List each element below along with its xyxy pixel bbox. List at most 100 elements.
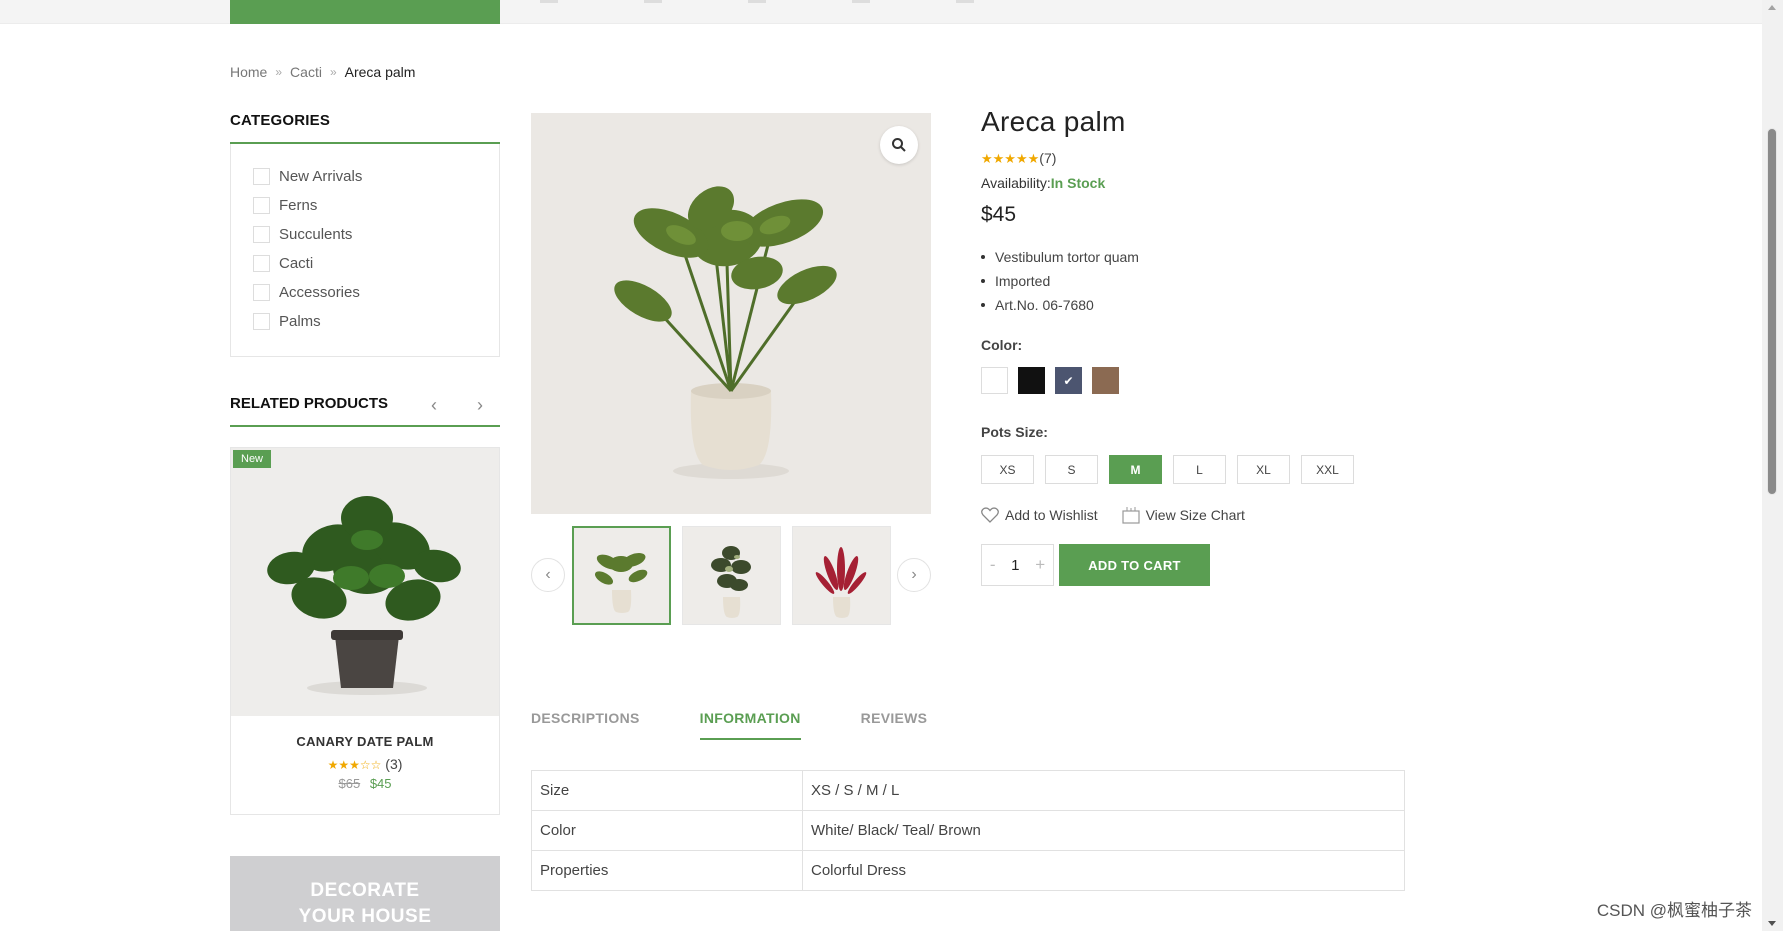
table-key: Size bbox=[531, 770, 803, 811]
scroll-up-icon[interactable] bbox=[1768, 5, 1776, 10]
related-product-card[interactable]: New CANARY DATE PALM ★★★☆☆ (3) $65 $45 bbox=[230, 447, 500, 815]
table-value: XS / S / M / L bbox=[802, 770, 1405, 811]
add-to-cart-row: - 1 + ADD TO CART bbox=[981, 544, 1401, 586]
checkmark-icon: ✔ bbox=[1063, 373, 1074, 388]
quantity-decrease-button[interactable]: - bbox=[990, 555, 996, 575]
review-count: (3) bbox=[385, 756, 403, 772]
category-checkbox[interactable] bbox=[253, 226, 270, 243]
breadcrumb-current: Areca palm bbox=[344, 64, 416, 80]
view-size-chart-link[interactable]: View Size Chart bbox=[1121, 506, 1245, 524]
nav-link[interactable] bbox=[852, 0, 870, 3]
table-row: Size XS / S / M / L bbox=[531, 770, 1405, 811]
breadcrumb-separator-icon: » bbox=[329, 65, 337, 79]
chevron-left-icon[interactable]: ‹ bbox=[431, 395, 437, 416]
nav-link[interactable] bbox=[644, 0, 662, 3]
category-item-palms[interactable]: Palms bbox=[253, 307, 499, 336]
category-item-ferns[interactable]: Ferns bbox=[253, 191, 499, 220]
top-nav-bar bbox=[0, 0, 1762, 24]
related-product-rating: ★★★☆☆ (3) bbox=[231, 756, 499, 772]
nav-link[interactable] bbox=[748, 0, 766, 3]
banner-line-1: DECORATE bbox=[310, 880, 420, 901]
color-swatches: ✔ bbox=[981, 367, 1401, 394]
chevron-left-icon[interactable]: ‹ bbox=[531, 558, 565, 592]
product-title: Areca palm bbox=[981, 106, 1126, 137]
category-label: Succulents bbox=[279, 226, 353, 243]
color-swatch-white[interactable] bbox=[981, 367, 1008, 394]
table-row: Properties Colorful Dress bbox=[531, 850, 1405, 891]
table-row: Color White/ Black/ Teal/ Brown bbox=[531, 810, 1405, 851]
color-swatch-slate[interactable]: ✔ bbox=[1055, 367, 1082, 394]
tab-information[interactable]: INFORMATION bbox=[699, 710, 801, 740]
star-rating-icon: ★★★☆☆ bbox=[327, 758, 382, 772]
related-product-image[interactable] bbox=[231, 448, 499, 716]
size-option-xl[interactable]: XL bbox=[1237, 455, 1290, 484]
category-checkbox[interactable] bbox=[253, 168, 270, 185]
category-item-new-arrivals[interactable]: New Arrivals bbox=[253, 162, 499, 191]
heart-icon bbox=[981, 507, 999, 523]
main-product-image[interactable] bbox=[531, 113, 931, 514]
product-features: Vestibulum tortor quam Imported Art.No. … bbox=[981, 245, 1401, 317]
related-products-header: RELATED PRODUCTS ‹ › bbox=[230, 395, 500, 427]
tab-descriptions[interactable]: DESCRIPTIONS bbox=[531, 710, 640, 740]
categories-list: New Arrivals Ferns Succulents Cacti Acce… bbox=[230, 144, 500, 357]
nav-link[interactable] bbox=[956, 0, 974, 3]
product-links: Add to Wishlist View Size Chart bbox=[981, 506, 1401, 524]
size-options: XS S M L XL XXL bbox=[981, 455, 1401, 484]
breadcrumb-parent[interactable]: Cacti bbox=[290, 64, 322, 80]
related-product-name[interactable]: CANARY DATE PALM bbox=[231, 734, 499, 749]
category-label: Cacti bbox=[279, 255, 314, 272]
category-label: Accessories bbox=[279, 284, 360, 301]
banner-line-2: YOUR HOUSE bbox=[298, 906, 432, 927]
breadcrumb-home[interactable]: Home bbox=[230, 64, 267, 80]
old-price: $65 bbox=[338, 776, 361, 791]
color-label: Color: bbox=[981, 337, 1023, 353]
color-swatch-black[interactable] bbox=[1018, 367, 1045, 394]
color-swatch-brown[interactable] bbox=[1092, 367, 1119, 394]
wishlist-label: Add to Wishlist bbox=[1005, 507, 1098, 523]
category-checkbox[interactable] bbox=[253, 255, 270, 272]
category-checkbox[interactable] bbox=[253, 284, 270, 301]
scrollbar-thumb[interactable] bbox=[1767, 128, 1777, 495]
chevron-right-icon[interactable]: › bbox=[897, 558, 931, 592]
related-products-title: RELATED PRODUCTS bbox=[230, 395, 389, 412]
size-option-s[interactable]: S bbox=[1045, 455, 1098, 484]
category-checkbox[interactable] bbox=[253, 313, 270, 330]
add-to-wishlist-link[interactable]: Add to Wishlist bbox=[981, 507, 1098, 523]
chevron-right-icon[interactable]: › bbox=[477, 395, 483, 416]
category-item-cacti[interactable]: Cacti bbox=[253, 249, 499, 278]
nav-link[interactable] bbox=[540, 0, 558, 3]
add-to-cart-button[interactable]: ADD TO CART bbox=[1059, 544, 1210, 586]
search-icon bbox=[892, 138, 906, 152]
size-option-xs[interactable]: XS bbox=[981, 455, 1034, 484]
related-product-prices: $65 $45 bbox=[231, 776, 499, 791]
category-label: Ferns bbox=[279, 197, 318, 214]
table-value: White/ Black/ Teal/ Brown bbox=[802, 810, 1405, 851]
size-option-xxl[interactable]: XXL bbox=[1301, 455, 1354, 484]
decorate-banner[interactable]: DECORATE YOUR HOUSE bbox=[230, 856, 500, 931]
breadcrumb-separator-icon: » bbox=[275, 65, 283, 79]
availability: Availability:In Stock bbox=[981, 175, 1401, 191]
thumbnail-3[interactable] bbox=[792, 526, 891, 625]
size-option-l[interactable]: L bbox=[1173, 455, 1226, 484]
category-checkbox[interactable] bbox=[253, 197, 270, 214]
quantity-value[interactable]: 1 bbox=[1011, 557, 1019, 574]
quantity-increase-button[interactable]: + bbox=[1035, 555, 1045, 575]
table-key: Color bbox=[531, 810, 803, 851]
information-table: Size XS / S / M / L Color White/ Black/ … bbox=[531, 770, 1405, 891]
review-count[interactable]: (7) bbox=[1039, 150, 1056, 166]
thumbnail-2[interactable] bbox=[682, 526, 781, 625]
size-option-m[interactable]: M bbox=[1109, 455, 1162, 484]
availability-label: Availability: bbox=[981, 175, 1051, 191]
size-chart-label: View Size Chart bbox=[1145, 507, 1245, 523]
thumbnail-1[interactable] bbox=[572, 526, 671, 625]
page-scrollbar[interactable] bbox=[1762, 0, 1783, 931]
thumbnail-carousel: ‹ › bbox=[531, 526, 931, 626]
scroll-down-icon[interactable] bbox=[1768, 921, 1776, 926]
categories-title: CATEGORIES bbox=[230, 112, 500, 144]
tab-reviews[interactable]: REVIEWS bbox=[861, 710, 928, 740]
category-item-succulents[interactable]: Succulents bbox=[253, 220, 499, 249]
product-rating: ★★★★★(7) bbox=[981, 150, 1401, 167]
category-item-accessories[interactable]: Accessories bbox=[253, 278, 499, 307]
all-categories-button[interactable] bbox=[230, 0, 500, 24]
zoom-button[interactable] bbox=[880, 126, 918, 164]
